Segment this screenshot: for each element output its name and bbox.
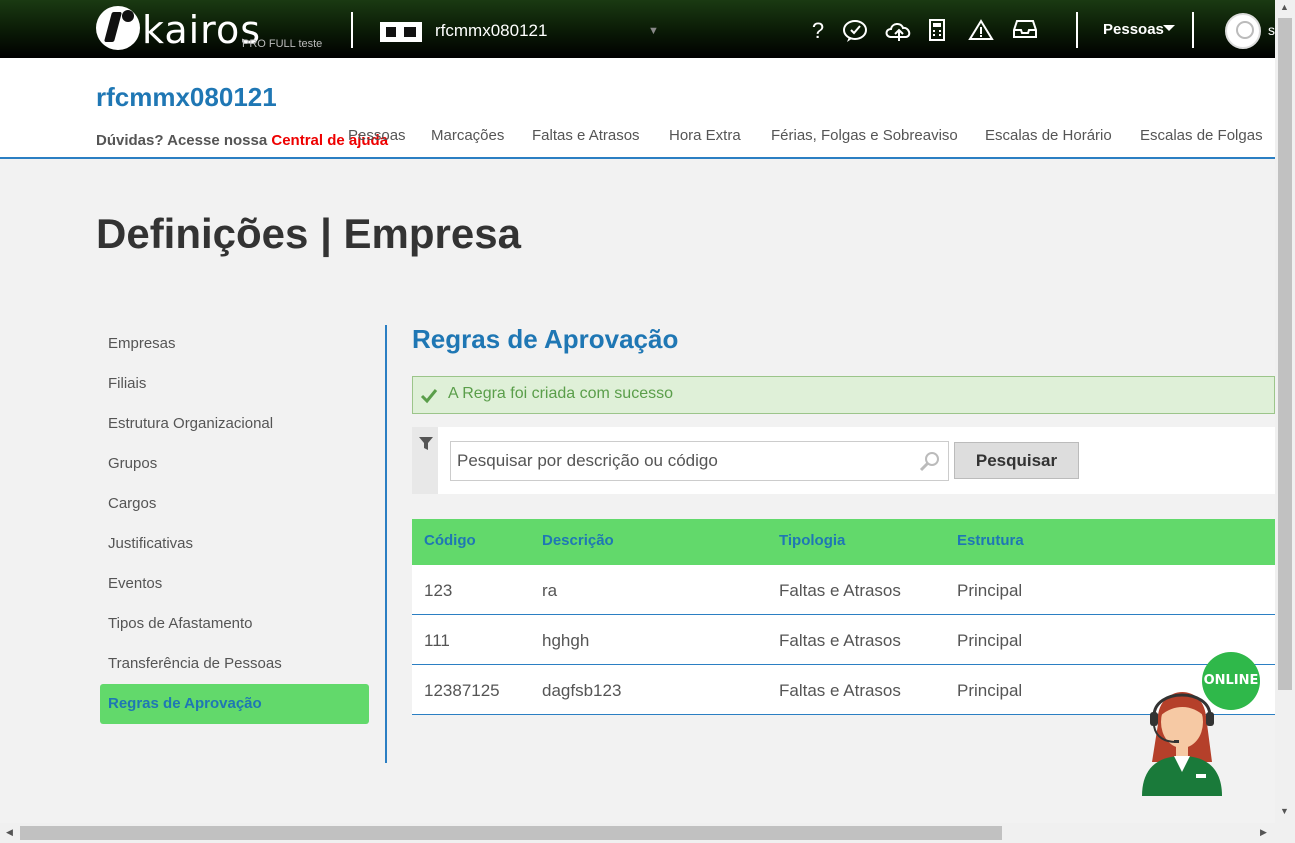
scroll-down-icon[interactable]: ▼ <box>1280 806 1289 816</box>
side-item-estrutura[interactable]: Estrutura Organizacional <box>100 404 369 444</box>
cell-tipologia: Faltas e Atrasos <box>779 581 901 600</box>
cell-estrutura: Principal <box>957 581 1023 600</box>
horizontal-scrollbar[interactable]: ◀ ▶ <box>0 823 1275 843</box>
column-header-codigo[interactable]: Código <box>424 532 476 549</box>
logo-mark <box>96 6 140 50</box>
search-icon[interactable] <box>918 450 942 474</box>
cell-descricao: dagfsb123 <box>542 681 622 700</box>
online-chat-widget[interactable]: ONLINE <box>1140 652 1262 798</box>
nav-item-faltas-atrasos[interactable]: Faltas e Atrasos <box>532 127 640 144</box>
column-header-descricao[interactable]: Descrição <box>542 532 614 549</box>
cell-tipologia: Faltas e Atrasos <box>779 631 901 650</box>
cell-estrutura: Principal <box>957 631 1023 650</box>
nav-item-pessoas[interactable]: Pessoas <box>348 127 406 144</box>
side-item-afastamento[interactable]: Tipos de Afastamento <box>100 604 369 644</box>
people-menu[interactable]: Pessoas <box>1103 21 1164 38</box>
vertical-scrollbar[interactable]: ▲ ▼ <box>1275 0 1295 823</box>
avatar[interactable] <box>1225 13 1261 49</box>
side-item-cargos[interactable]: Cargos <box>100 484 369 524</box>
page-title: Definições | Empresa <box>96 210 521 257</box>
divider <box>1192 12 1194 48</box>
calculator-icon[interactable] <box>923 17 951 45</box>
vertical-scroll-thumb[interactable] <box>1278 18 1292 690</box>
column-header-estrutura[interactable]: Estrutura <box>957 532 1024 549</box>
company-icon <box>380 22 422 42</box>
user-name[interactable]: s <box>1268 22 1275 38</box>
divider <box>1076 12 1078 48</box>
divider <box>351 12 353 48</box>
cloud-upload-icon[interactable] <box>883 17 915 45</box>
inbox-icon[interactable] <box>1011 17 1039 45</box>
chevron-down-icon[interactable]: ▼ <box>648 25 659 37</box>
nav-item-ferias[interactable]: Férias, Folgas e Sobreaviso <box>771 127 958 144</box>
app-header: rfcmmx080121 Dúvidas? Acesse nossa Centr… <box>0 58 1275 159</box>
side-item-transferencia[interactable]: Transferência de Pessoas <box>100 644 369 684</box>
search-button[interactable]: Pesquisar <box>954 442 1079 479</box>
kairos-logo[interactable]: kairos PRO FULL teste <box>96 6 336 52</box>
chat-bubble-icon[interactable] <box>841 17 869 45</box>
side-menu: Empresas Filiais Estrutura Organizaciona… <box>100 324 369 724</box>
side-item-eventos[interactable]: Eventos <box>100 564 369 604</box>
filter-icon[interactable] <box>419 437 433 451</box>
online-badge[interactable]: ONLINE <box>1202 652 1260 710</box>
horizontal-scroll-thumb[interactable] <box>20 826 1002 840</box>
caret-down-icon[interactable] <box>1163 25 1175 31</box>
side-item-justificativas[interactable]: Justificativas <box>100 524 369 564</box>
success-alert: A Regra foi criada com sucesso <box>412 376 1275 414</box>
divider <box>385 325 387 763</box>
logo-subtitle: PRO FULL teste <box>242 38 323 50</box>
side-item-grupos[interactable]: Grupos <box>100 444 369 484</box>
nav-item-escalas-folgas[interactable]: Escalas de Folgas <box>1140 127 1263 144</box>
section-title: Regras de Aprovação <box>412 324 679 354</box>
cell-codigo: 123 <box>424 581 453 600</box>
cell-descricao: ra <box>542 581 558 600</box>
check-icon <box>420 389 438 404</box>
scroll-up-icon[interactable]: ▲ <box>1280 2 1289 12</box>
nav-item-marcacoes[interactable]: Marcações <box>431 127 504 144</box>
side-item-empresas[interactable]: Empresas <box>100 324 369 364</box>
cell-descricao: hghgh <box>542 631 590 650</box>
column-header-tipologia[interactable]: Tipologia <box>779 532 845 549</box>
cell-codigo: 111 <box>424 631 450 650</box>
app-title: rfcmmx080121 <box>96 82 277 112</box>
search-input[interactable] <box>450 441 949 481</box>
top-bar: kairos PRO FULL teste rfcmmx080121 ▼ ? P… <box>0 0 1275 58</box>
table-header: Código Descrição Tipologia Estrutura <box>412 519 1275 565</box>
help-prefix: Dúvidas? Acesse nossa <box>96 132 272 149</box>
cell-codigo: 12387125 <box>424 681 500 700</box>
nav-item-hora-extra[interactable]: Hora Extra <box>669 127 741 144</box>
cell-tipologia: Faltas e Atrasos <box>779 681 901 700</box>
warning-icon[interactable] <box>967 17 995 45</box>
scroll-right-icon[interactable]: ▶ <box>1260 827 1267 838</box>
alert-message: A Regra foi criada com sucesso <box>448 385 673 402</box>
help-text: Dúvidas? Acesse nossa Central de ajuda <box>96 132 388 149</box>
scroll-left-icon[interactable]: ◀ <box>6 827 13 838</box>
side-item-regras-aprovacao[interactable]: Regras de Aprovação <box>100 684 369 724</box>
nav-item-escalas-horario[interactable]: Escalas de Horário <box>985 127 1112 144</box>
scrollbar-corner <box>1275 823 1295 843</box>
cell-estrutura: Principal <box>957 681 1023 700</box>
table-row[interactable]: 123 ra Faltas e Atrasos Principal <box>412 565 1275 615</box>
help-icon[interactable]: ? <box>804 17 832 45</box>
company-selector[interactable]: rfcmmx080121 <box>435 21 547 41</box>
side-item-filiais[interactable]: Filiais <box>100 364 369 404</box>
